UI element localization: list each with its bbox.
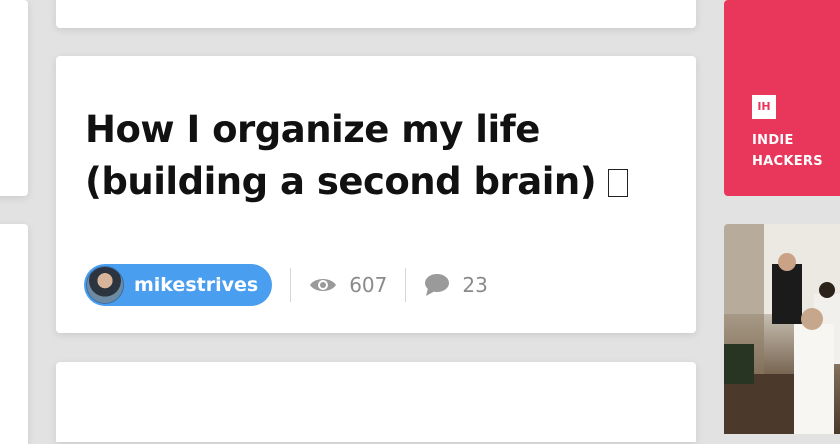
crowd-photo-image [724, 224, 840, 434]
post-title-text: How I organize my life (building a secon… [85, 108, 597, 203]
eye-icon [310, 279, 337, 291]
post-card[interactable]: How I organize my life (building a secon… [56, 56, 696, 333]
adjacent-card-left-top[interactable] [0, 0, 28, 196]
previous-post-card[interactable] [56, 0, 696, 28]
indie-hackers-logo: IH [752, 95, 776, 119]
ih-label-line2: HACKERS [752, 154, 823, 169]
author-avatar [86, 266, 124, 304]
indie-hackers-label: INDIE HACKERS [752, 130, 840, 172]
emoji-placeholder-icon [608, 169, 629, 197]
post-meta: mikestrives 607 23 [84, 264, 488, 306]
next-post-card[interactable] [56, 362, 696, 442]
comment-icon [425, 274, 450, 296]
adjacent-card-left-bottom[interactable] [0, 224, 28, 444]
author-name: mikestrives [134, 274, 259, 296]
indie-hackers-banner[interactable]: IH INDIE HACKERS [724, 0, 840, 196]
comments-count: 23 [462, 273, 488, 297]
post-title[interactable]: How I organize my life (building a secon… [85, 104, 645, 208]
views-stat: 607 [309, 273, 387, 297]
meta-divider [290, 268, 292, 302]
sidebar-photo[interactable] [724, 224, 840, 434]
comments-stat[interactable]: 23 [424, 273, 488, 297]
meta-divider [405, 268, 407, 302]
author-button[interactable]: mikestrives [84, 264, 273, 306]
views-count: 607 [349, 273, 388, 297]
ih-label-line1: INDIE [752, 133, 794, 148]
